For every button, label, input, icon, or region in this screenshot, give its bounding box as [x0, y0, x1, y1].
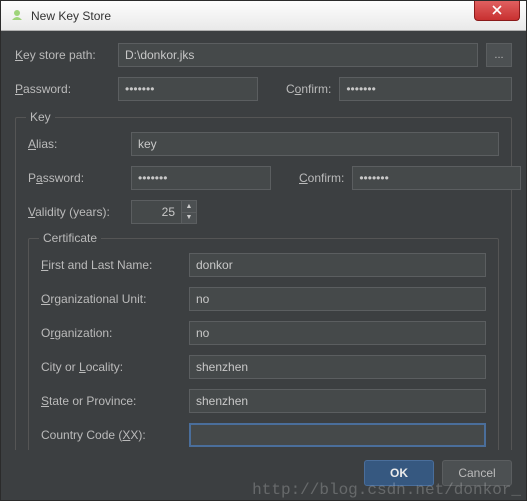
first-last-label: First and Last Name: — [41, 258, 181, 272]
city-input[interactable] — [189, 355, 486, 379]
keystore-path-input[interactable] — [118, 43, 478, 67]
app-icon — [9, 8, 25, 24]
first-last-input[interactable] — [189, 253, 486, 277]
org-unit-row: Organizational Unit: — [41, 287, 486, 311]
org-unit-input[interactable] — [189, 287, 486, 311]
keystore-password-input[interactable] — [118, 77, 258, 101]
browse-button[interactable]: ... — [486, 43, 512, 67]
key-group: Key Alias: Password: Confirm: Validity (… — [15, 117, 512, 450]
dialog-footer: OK Cancel — [1, 450, 526, 500]
certificate-legend: Certificate — [39, 231, 101, 245]
certificate-group: Certificate First and Last Name: Organiz… — [28, 238, 499, 450]
alias-row: Alias: — [28, 132, 499, 156]
country-label: Country Code (XX): — [41, 428, 181, 442]
validity-input[interactable] — [131, 200, 181, 224]
validity-spinner[interactable]: ▲ ▼ — [131, 200, 197, 224]
country-row: Country Code (XX): — [41, 423, 486, 447]
keystore-confirm-label: Confirm: — [286, 82, 331, 96]
dialog-window: New Key Store Key store path: ... Passwo… — [0, 0, 527, 501]
alias-label: Alias: — [28, 137, 123, 151]
titlebar: New Key Store — [1, 1, 526, 31]
key-legend: Key — [26, 110, 55, 124]
keystore-path-label: Key store path: — [15, 48, 110, 62]
spinner-buttons: ▲ ▼ — [181, 200, 197, 224]
keystore-path-row: Key store path: ... — [15, 43, 512, 67]
key-password-input[interactable] — [131, 166, 271, 190]
validity-row: Validity (years): ▲ ▼ — [28, 200, 499, 224]
cancel-button[interactable]: Cancel — [442, 460, 512, 486]
window-title: New Key Store — [31, 9, 111, 23]
spinner-up[interactable]: ▲ — [182, 201, 196, 212]
keystore-confirm-input[interactable] — [339, 77, 512, 101]
keystore-password-label: Password: — [15, 82, 110, 96]
org-row: Organization: — [41, 321, 486, 345]
key-confirm-input[interactable] — [352, 166, 521, 190]
dialog-content: Key store path: ... Password: Confirm: K… — [1, 31, 526, 450]
country-input[interactable] — [189, 423, 486, 447]
org-unit-label: Organizational Unit: — [41, 292, 181, 306]
spinner-down[interactable]: ▼ — [182, 212, 196, 224]
key-confirm-label: Confirm: — [299, 171, 344, 185]
state-row: State or Province: — [41, 389, 486, 413]
org-input[interactable] — [189, 321, 486, 345]
alias-input[interactable] — [131, 132, 499, 156]
validity-label: Validity (years): — [28, 205, 123, 219]
keystore-password-row: Password: Confirm: — [15, 77, 512, 101]
key-password-label: Password: — [28, 171, 123, 185]
state-input[interactable] — [189, 389, 486, 413]
ok-button[interactable]: OK — [364, 460, 434, 486]
close-button[interactable] — [474, 1, 520, 21]
city-label: City or Locality: — [41, 360, 181, 374]
first-last-row: First and Last Name: — [41, 253, 486, 277]
org-label: Organization: — [41, 326, 181, 340]
city-row: City or Locality: — [41, 355, 486, 379]
state-label: State or Province: — [41, 394, 181, 408]
key-password-row: Password: Confirm: — [28, 166, 499, 190]
